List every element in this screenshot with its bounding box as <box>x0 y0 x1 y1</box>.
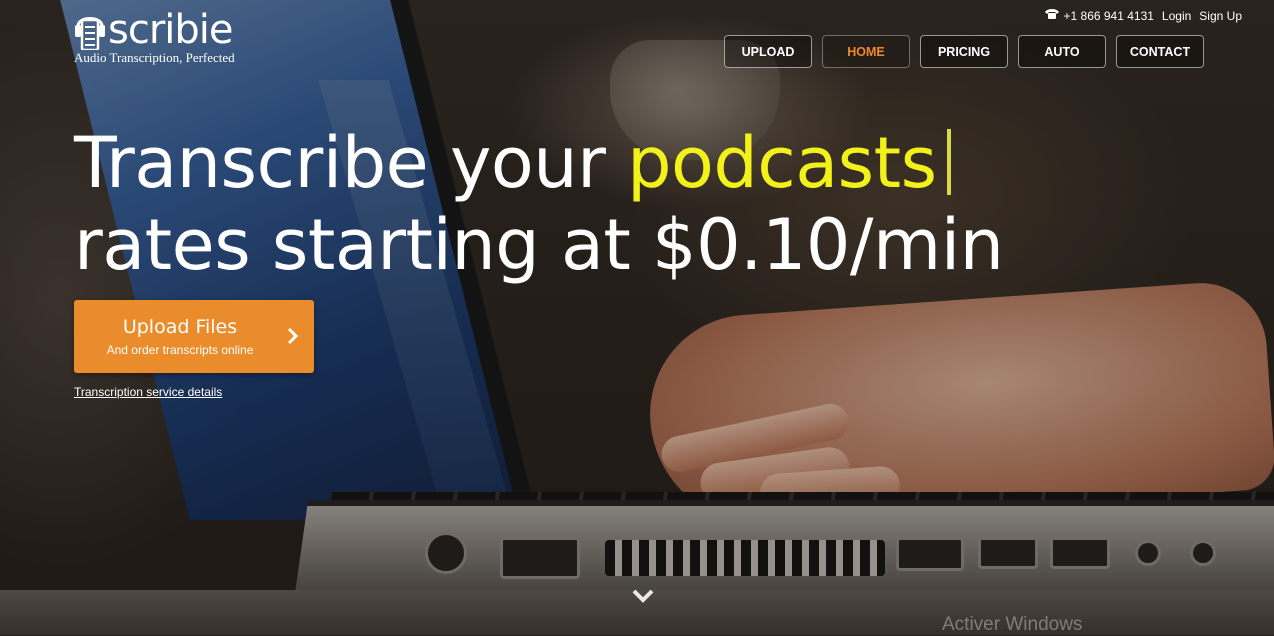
phone-number: +1 866 941 4131 <box>1063 8 1154 23</box>
site-logo[interactable]: scribie Audio Transcription, Perfected <box>74 6 235 66</box>
main-navigation: UPLOAD HOME PRICING AUTO CONTACT <box>724 35 1204 68</box>
headset-document-icon <box>74 10 106 52</box>
nav-auto-button[interactable]: AUTO <box>1018 35 1106 68</box>
headline-line2: rates starting at $0.10/min <box>74 204 1004 286</box>
headline-highlight-word: podcasts <box>627 122 937 204</box>
nav-pricing-button[interactable]: PRICING <box>920 35 1008 68</box>
chevron-right-icon <box>286 326 300 346</box>
upload-button-title: Upload Files <box>122 316 238 338</box>
upload-files-button[interactable]: Upload Files And order transcripts onlin… <box>74 300 314 373</box>
logo-wordmark: scribie <box>108 7 234 53</box>
top-utility-bar: +1 866 941 4131 Login Sign Up <box>1044 8 1242 23</box>
service-details-link[interactable]: Transcription service details <box>74 385 222 399</box>
upload-button-subtitle: And order transcripts online <box>106 343 254 357</box>
typing-cursor <box>946 129 951 195</box>
login-link[interactable]: Login <box>1162 9 1191 23</box>
headline-prefix: Transcribe your <box>74 122 628 204</box>
hero-headline: Transcribe your podcasts rates starting … <box>74 122 1004 286</box>
headline-line1: Transcribe your podcasts <box>74 122 951 204</box>
telephone-icon <box>1044 8 1060 23</box>
activate-windows-watermark: Activer Windows <box>942 614 1083 635</box>
nav-contact-button[interactable]: CONTACT <box>1116 35 1204 68</box>
chevron-down-icon[interactable] <box>631 587 655 605</box>
nav-home-button[interactable]: HOME <box>822 35 910 68</box>
phone-contact[interactable]: +1 866 941 4131 <box>1044 8 1154 23</box>
signup-link[interactable]: Sign Up <box>1199 9 1242 23</box>
nav-upload-button[interactable]: UPLOAD <box>724 35 812 68</box>
logo-tagline: Audio Transcription, Perfected <box>74 50 235 65</box>
